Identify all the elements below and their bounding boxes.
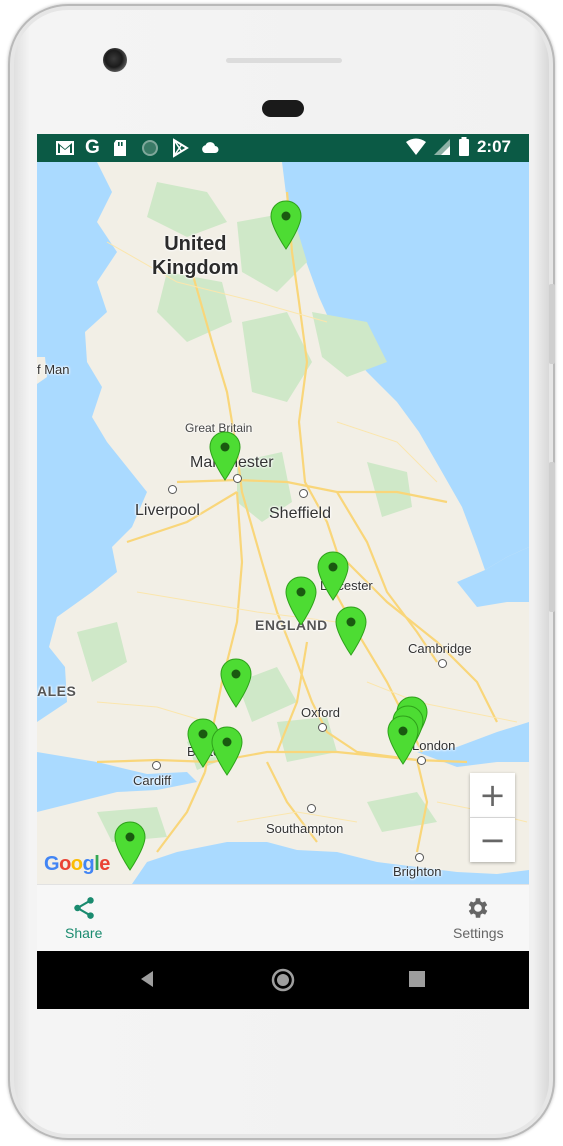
map-marker[interactable] xyxy=(335,606,367,656)
map-marker[interactable] xyxy=(114,821,146,871)
bottom-navigation: Share Settings xyxy=(37,884,529,952)
share-icon xyxy=(73,897,94,919)
map-city-dot xyxy=(307,804,316,813)
recents-button[interactable] xyxy=(409,971,425,987)
volume-button xyxy=(549,284,555,364)
map-label-isle-of-man: f Man xyxy=(37,362,70,377)
gear-icon xyxy=(468,898,488,918)
home-button[interactable] xyxy=(271,968,295,992)
back-button[interactable] xyxy=(137,969,157,989)
map-marker[interactable] xyxy=(270,200,302,250)
map-label-united-kingdom: United Kingdom xyxy=(152,233,239,279)
map-label-brighton: Brighton xyxy=(393,864,442,879)
google-icon: G xyxy=(85,137,100,158)
status-bar: G 2:07 xyxy=(37,134,529,162)
settings-label: Settings xyxy=(453,925,504,941)
map-label-cambridge: Cambridge xyxy=(408,641,472,656)
map-label-southampton: Southampton xyxy=(266,821,344,836)
front-camera xyxy=(103,48,127,72)
play-store-icon xyxy=(172,138,189,158)
top-speaker-grille xyxy=(226,58,342,63)
map-city-dot xyxy=(168,485,177,494)
map-city-dot xyxy=(318,723,327,732)
map-view[interactable]: UnitedKingdom f Man Great Britain Manche… xyxy=(37,162,529,884)
map-city-dot xyxy=(415,853,424,862)
wifi-icon xyxy=(405,138,426,155)
map-marker[interactable] xyxy=(209,431,241,481)
phone-screen: G 2:07 United Kingdom f Man Great Britai… xyxy=(37,134,529,1009)
sd-card-icon xyxy=(113,140,126,156)
zoom-out-button[interactable]: − xyxy=(470,818,515,862)
map-tiles xyxy=(37,162,529,884)
map-marker[interactable] xyxy=(211,726,243,776)
map-marker[interactable] xyxy=(317,551,349,601)
zoom-in-button[interactable]: + xyxy=(470,773,515,818)
map-marker[interactable] xyxy=(285,576,317,626)
gmail-icon xyxy=(56,141,74,155)
map-city-dot xyxy=(438,659,447,668)
signal-icon xyxy=(433,139,450,155)
settings-button[interactable]: Settings xyxy=(453,895,504,941)
map-marker[interactable] xyxy=(220,658,252,708)
map-label-wales: ALES xyxy=(37,683,77,699)
share-button[interactable]: Share xyxy=(65,895,102,941)
sync-circle-icon xyxy=(141,140,158,156)
earpiece-speaker xyxy=(262,100,304,117)
map-city-dot xyxy=(299,489,308,498)
google-attribution-logo: Google xyxy=(44,853,110,875)
map-label-liverpool: Liverpool xyxy=(135,502,200,519)
system-navigation-bar xyxy=(37,951,529,1009)
battery-icon xyxy=(458,137,469,156)
map-label-oxford: Oxford xyxy=(301,705,341,720)
share-label: Share xyxy=(65,925,103,941)
status-time: 2:07 xyxy=(476,137,511,156)
map-label-sheffield: Sheffield xyxy=(269,505,331,522)
map-city-dot xyxy=(152,761,161,770)
cloud-icon xyxy=(201,142,219,153)
map-label-cardiff: Cardiff xyxy=(133,773,172,788)
map-marker[interactable] xyxy=(387,715,419,765)
power-button xyxy=(549,462,555,612)
